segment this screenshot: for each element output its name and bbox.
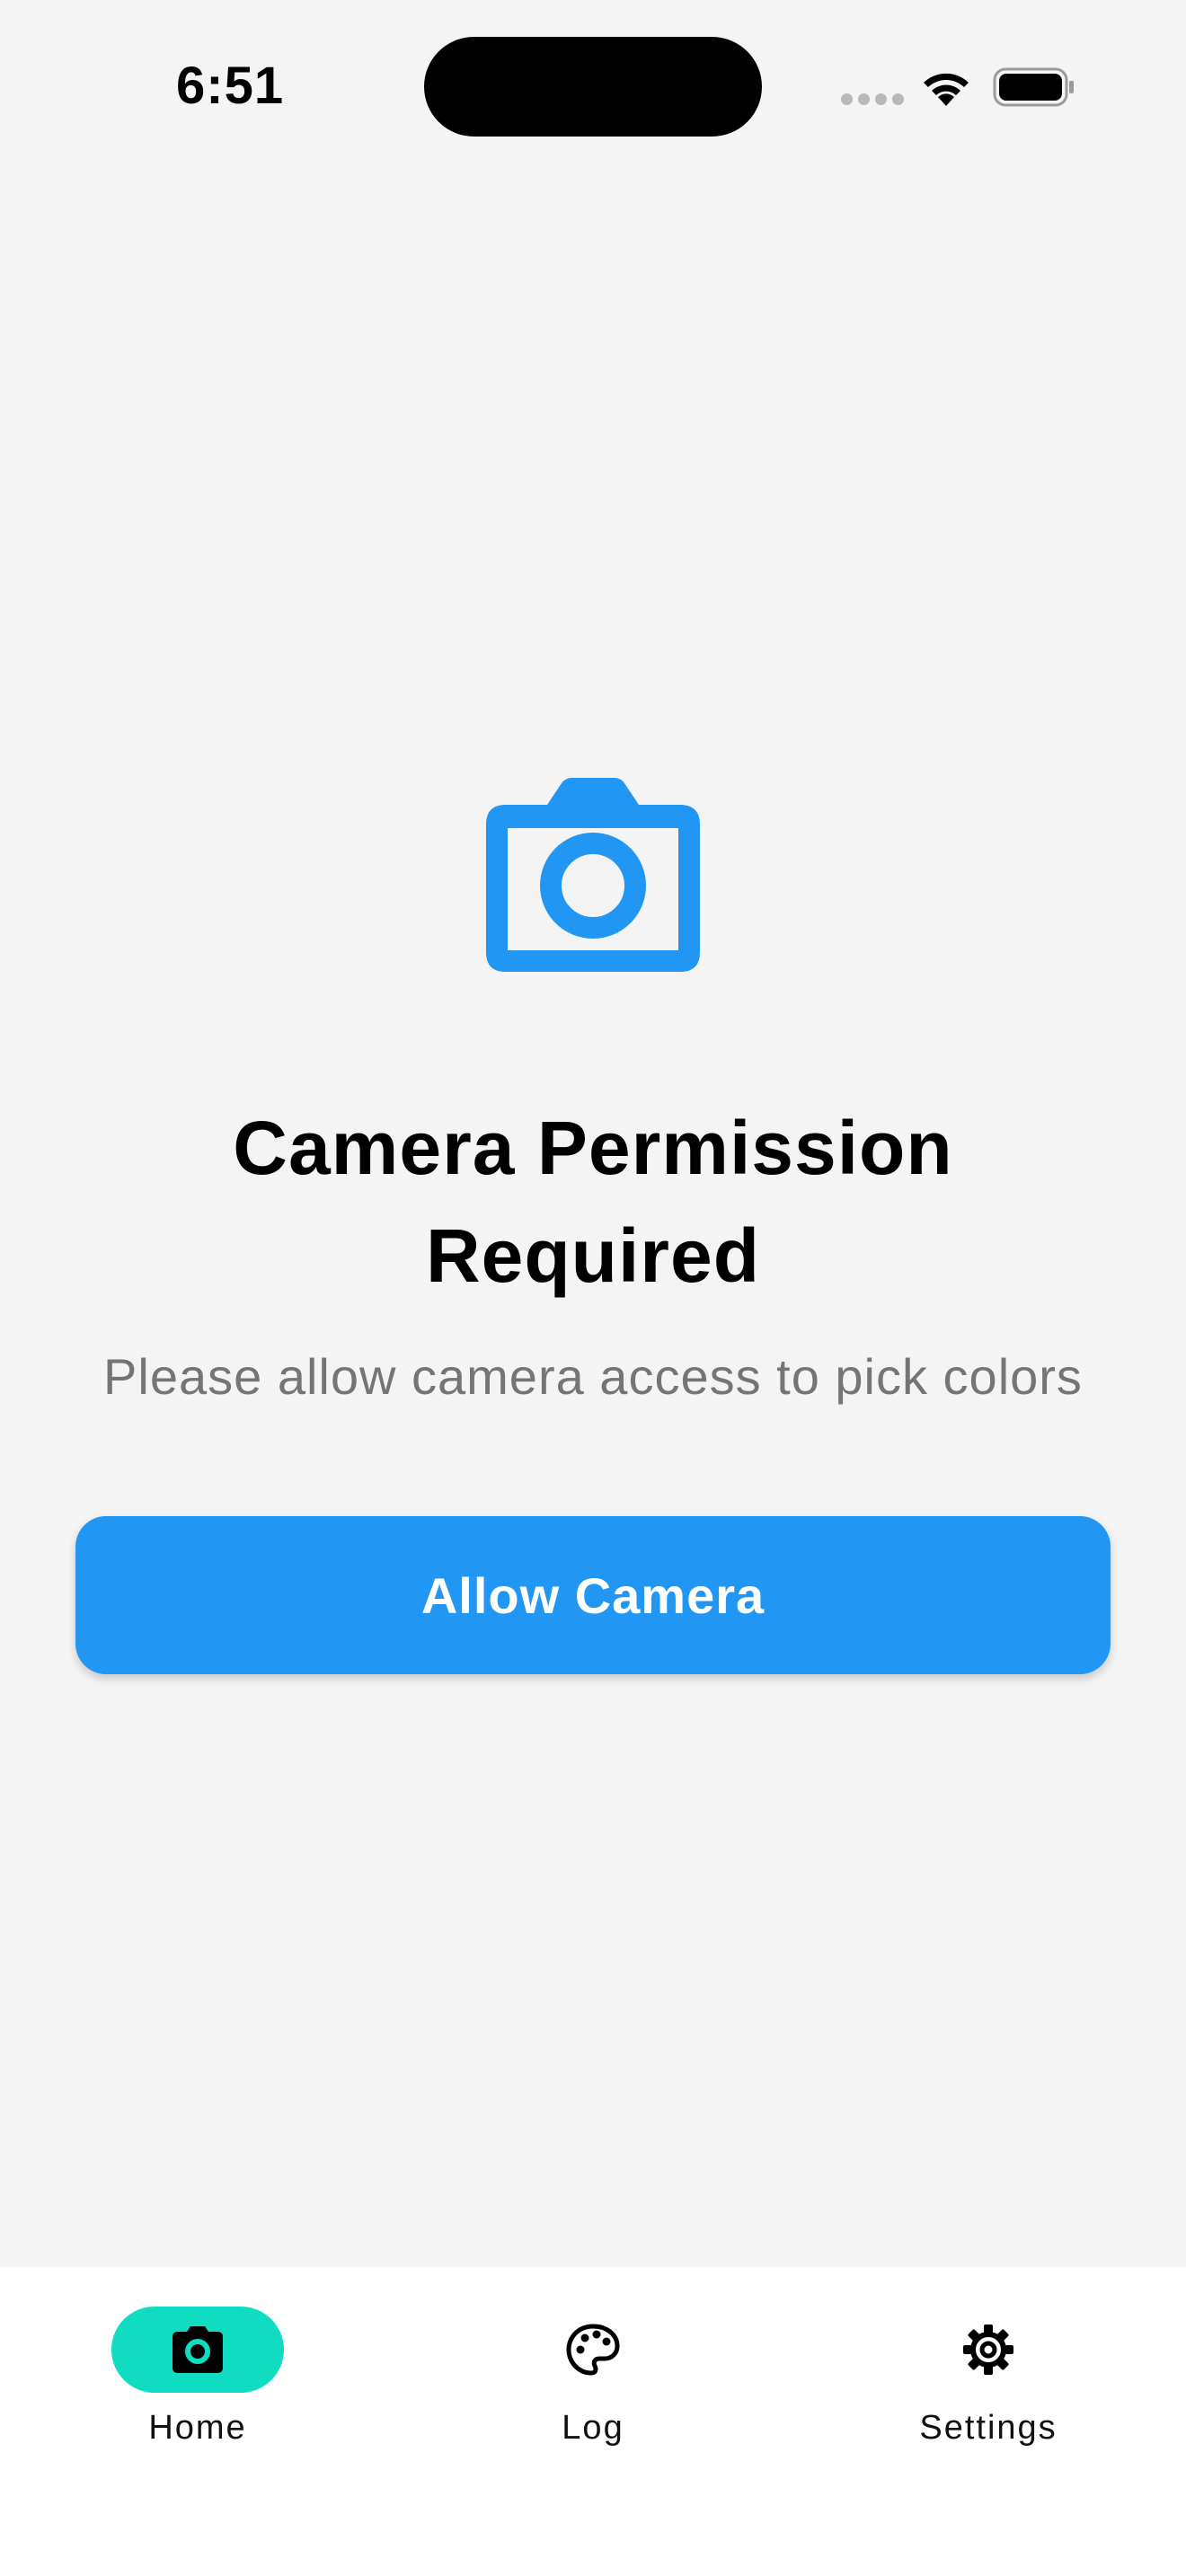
permission-title-line1: Camera Permission [233, 1106, 953, 1190]
permission-title-line2: Required [425, 1213, 761, 1298]
nav-item-log[interactable]: Log [395, 2267, 791, 2501]
nav-label-log: Log [562, 2409, 624, 2447]
nav-label-settings: Settings [919, 2409, 1058, 2447]
allow-camera-button[interactable]: Allow Camera [75, 1516, 1111, 1674]
nav-item-settings[interactable]: Settings [791, 2267, 1186, 2501]
nav-label-home: Home [148, 2409, 247, 2447]
status-bar: 6:51 [0, 0, 1186, 180]
permission-title: Camera Permission Required [0, 1094, 1186, 1310]
palette-icon [566, 2324, 620, 2376]
app-screen: 6:51 Camera Permission Required Please a… [0, 0, 1186, 2576]
nav-item-home[interactable]: Home [0, 2267, 395, 2501]
wifi-icon [924, 73, 969, 106]
battery-icon [993, 67, 1074, 107]
camera-icon [486, 778, 700, 972]
permission-subtitle: Please allow camera access to pick color… [103, 1348, 1083, 1405]
bottom-navigation: Home Log Settings [0, 2267, 1186, 2576]
gear-icon [963, 2325, 1013, 2375]
status-time: 6:51 [176, 57, 285, 115]
cellular-signal-icon [841, 93, 904, 105]
dynamic-island [424, 37, 762, 137]
camera-icon [173, 2326, 223, 2373]
